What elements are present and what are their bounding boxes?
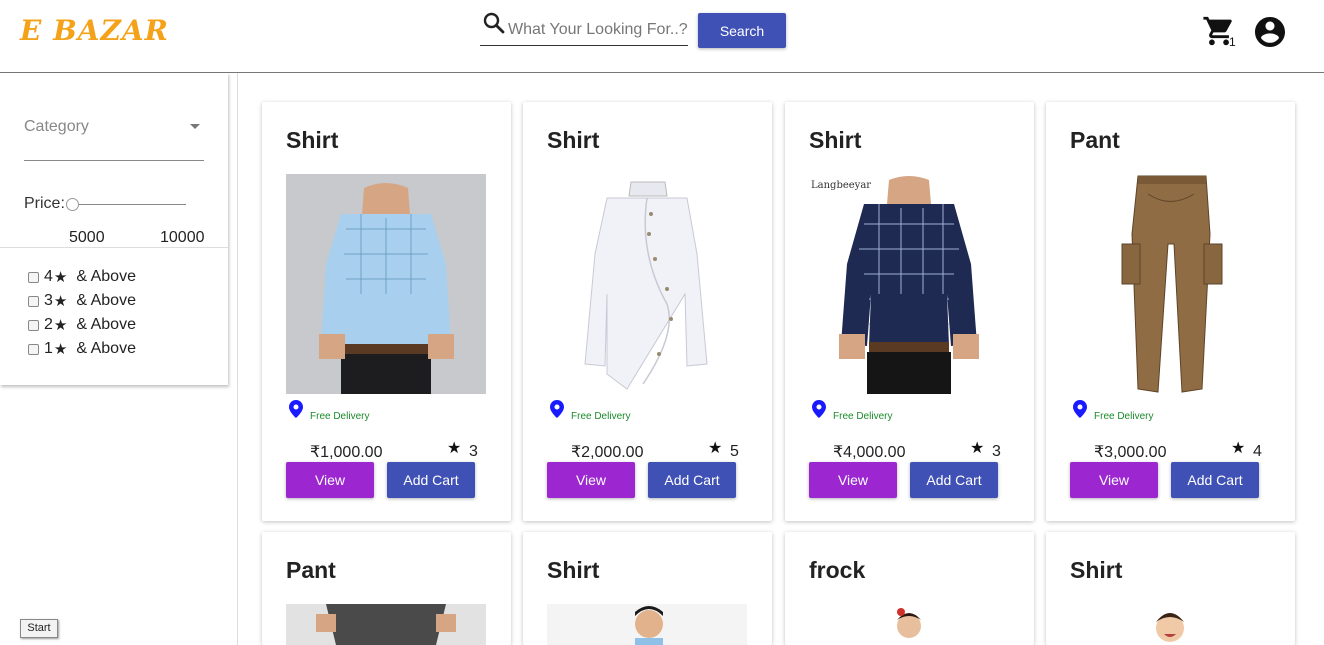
product-image-white-asymmetric-shirt[interactable] bbox=[547, 174, 747, 394]
rating-value: 3 bbox=[44, 292, 53, 309]
star-icon: ★ bbox=[447, 440, 462, 457]
view-button[interactable]: View bbox=[547, 462, 635, 498]
start-button[interactable]: Start bbox=[20, 619, 58, 638]
product-rating: 3 bbox=[992, 443, 1001, 460]
free-delivery-label: Free Delivery bbox=[833, 411, 893, 422]
rating-suffix: & Above bbox=[76, 340, 136, 357]
star-icon: ★ bbox=[53, 317, 68, 334]
rating-value: 1 bbox=[44, 340, 53, 357]
product-title: frock bbox=[809, 557, 866, 583]
price-min-value: 5000 bbox=[69, 229, 105, 246]
product-card: Shirt Free Delivery ₹2,000.00 ★ 5 View A… bbox=[523, 102, 772, 521]
free-delivery-label: Free Delivery bbox=[1094, 411, 1154, 422]
product-rating: 5 bbox=[730, 443, 739, 460]
search-icon bbox=[483, 12, 505, 34]
location-pin-icon bbox=[289, 400, 303, 418]
product-card: Shirt Langbeeyar Free Delivery ₹4,000.00… bbox=[785, 102, 1034, 521]
price-label: Price: bbox=[24, 195, 65, 212]
search-field[interactable] bbox=[480, 9, 688, 46]
product-title: Shirt bbox=[547, 557, 600, 583]
view-button[interactable]: View bbox=[809, 462, 897, 498]
location-pin-icon bbox=[1073, 400, 1087, 418]
product-card: frock bbox=[785, 532, 1034, 645]
rating-checkbox[interactable] bbox=[28, 295, 39, 307]
star-icon: ★ bbox=[708, 440, 723, 457]
product-card: Shirt bbox=[1046, 532, 1295, 645]
price-slider-thumb[interactable] bbox=[66, 198, 79, 211]
top-header: E BAZAR Search 1 bbox=[0, 0, 1324, 73]
rating-suffix: & Above bbox=[76, 292, 136, 309]
product-title: Pant bbox=[286, 557, 336, 583]
product-rating: 3 bbox=[469, 443, 478, 460]
product-title: Shirt bbox=[1070, 557, 1123, 583]
free-delivery-label: Free Delivery bbox=[571, 411, 631, 422]
price-max-value: 10000 bbox=[160, 229, 205, 246]
product-price: ₹1,000.00 bbox=[310, 444, 383, 461]
price-slider-track[interactable] bbox=[72, 204, 186, 205]
product-title: Shirt bbox=[547, 127, 600, 153]
rating-value: 4 bbox=[44, 268, 53, 285]
product-image-light-blue-checked-shirt[interactable] bbox=[286, 174, 486, 394]
rating-filter-3[interactable]: 3 ★ & Above bbox=[28, 289, 136, 313]
category-label: Category bbox=[24, 118, 89, 135]
product-price: ₹3,000.00 bbox=[1094, 444, 1167, 461]
divider bbox=[0, 247, 228, 248]
product-title: Pant bbox=[1070, 127, 1120, 153]
product-rating: 4 bbox=[1253, 443, 1262, 460]
add-cart-button[interactable]: Add Cart bbox=[387, 462, 475, 498]
rating-filter-list: 4 ★ & Above 3 ★ & Above 2 ★ & Above 1 ★ … bbox=[28, 265, 136, 361]
free-delivery-label: Free Delivery bbox=[310, 411, 370, 422]
location-pin-icon bbox=[812, 400, 826, 418]
view-button[interactable]: View bbox=[286, 462, 374, 498]
category-select[interactable]: Category bbox=[24, 113, 204, 161]
star-icon: ★ bbox=[53, 293, 68, 310]
product-card: Shirt bbox=[523, 532, 772, 645]
product-image-pant[interactable] bbox=[286, 604, 486, 645]
product-price: ₹4,000.00 bbox=[833, 444, 906, 461]
product-image-kids-shirt[interactable] bbox=[547, 604, 747, 645]
product-title: Shirt bbox=[286, 127, 339, 153]
rating-suffix: & Above bbox=[76, 316, 136, 333]
search-button[interactable]: Search bbox=[698, 13, 786, 48]
product-image-kids-shirt[interactable] bbox=[1070, 604, 1270, 645]
brand-logo[interactable]: E BAZAR bbox=[20, 14, 169, 47]
star-icon: ★ bbox=[53, 341, 68, 358]
add-cart-button[interactable]: Add Cart bbox=[648, 462, 736, 498]
image-watermark: Langbeeyar bbox=[811, 180, 871, 191]
search-input[interactable] bbox=[508, 19, 688, 41]
rating-value: 2 bbox=[44, 316, 53, 333]
rating-filter-1[interactable]: 1 ★ & Above bbox=[28, 337, 136, 361]
product-image-navy-checked-shirt[interactable]: Langbeeyar bbox=[809, 174, 1009, 394]
rating-checkbox[interactable] bbox=[28, 343, 39, 355]
rating-checkbox[interactable] bbox=[28, 271, 39, 283]
rating-filter-2[interactable]: 2 ★ & Above bbox=[28, 313, 136, 337]
product-image-frock[interactable] bbox=[809, 604, 1009, 645]
product-image-khaki-cargo-pant[interactable] bbox=[1070, 174, 1270, 394]
add-cart-button[interactable]: Add Cart bbox=[910, 462, 998, 498]
account-circle-icon[interactable] bbox=[1252, 14, 1288, 50]
product-card: Shirt Free Delivery ₹1,000.00 ★ 3 View A… bbox=[262, 102, 511, 521]
product-card: Pant bbox=[262, 532, 511, 645]
product-card: Pant Free Delivery ₹3,000.00 ★ 4 View Ad… bbox=[1046, 102, 1295, 521]
star-icon: ★ bbox=[53, 269, 68, 286]
star-icon: ★ bbox=[970, 440, 985, 457]
product-title: Shirt bbox=[809, 127, 862, 153]
product-price: ₹2,000.00 bbox=[571, 444, 644, 461]
divider bbox=[237, 73, 238, 645]
caret-down-icon bbox=[190, 124, 200, 129]
cart-count-badge: 1 bbox=[1229, 35, 1236, 49]
star-icon: ★ bbox=[1231, 440, 1246, 457]
add-cart-button[interactable]: Add Cart bbox=[1171, 462, 1259, 498]
rating-checkbox[interactable] bbox=[28, 319, 39, 331]
filter-sidebar: Category Price: 5000 10000 4 ★ & Above 3… bbox=[0, 73, 228, 385]
rating-filter-4[interactable]: 4 ★ & Above bbox=[28, 265, 136, 289]
location-pin-icon bbox=[550, 400, 564, 418]
rating-suffix: & Above bbox=[76, 268, 136, 285]
view-button[interactable]: View bbox=[1070, 462, 1158, 498]
